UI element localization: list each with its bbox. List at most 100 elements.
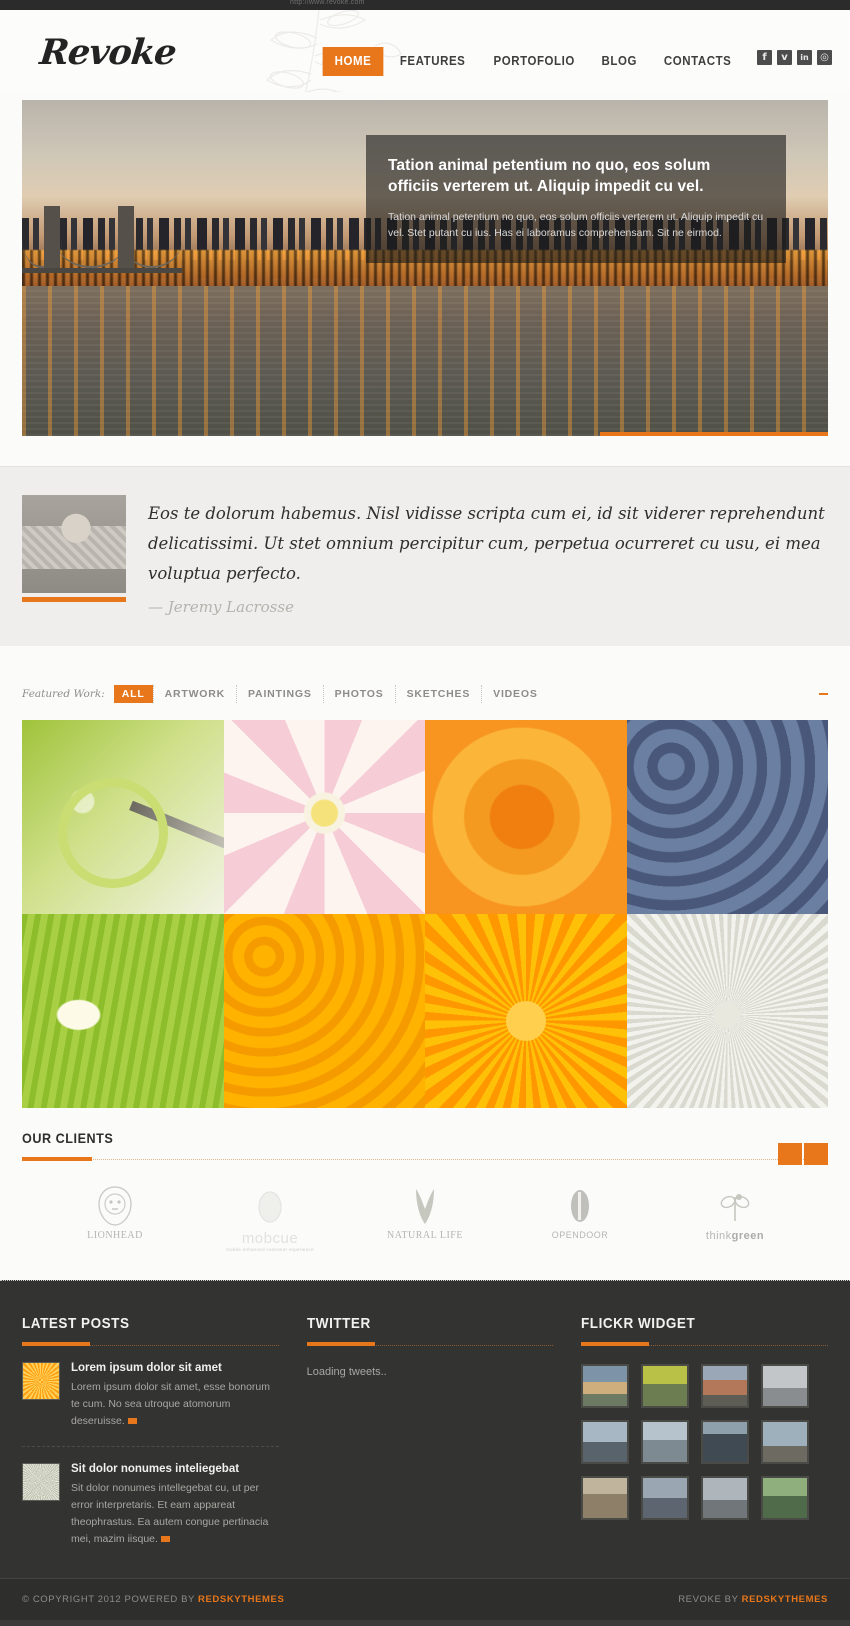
leaf-icon [360, 1186, 490, 1226]
slide-water [22, 286, 828, 436]
hero-slider[interactable]: Tation animal petentium no quo, eos solu… [22, 100, 828, 436]
post-excerpt: Lorem ipsum dolor sit amet, esse bonorum… [71, 1381, 271, 1427]
slider-caption: Tation animal petentium no quo, eos solu… [366, 135, 786, 263]
nav-item-blog[interactable]: BLOG [592, 48, 648, 75]
flickr-thumb[interactable] [641, 1364, 690, 1408]
nav-item-portofolio[interactable]: PORTOFOLIO [483, 48, 585, 75]
client-logo[interactable]: thinkgreen [670, 1186, 800, 1252]
client-logo[interactable]: mobcue mobile enhanced customer experien… [205, 1186, 335, 1252]
post-more-icon[interactable] [127, 1418, 137, 1424]
post-title[interactable]: Lorem ipsum dolor sit amet [71, 1362, 279, 1374]
clients-header: OUR CLIENTS [22, 1130, 828, 1165]
widget-flickr: FLICKR WIDGET [581, 1315, 828, 1548]
portfolio-item[interactable] [425, 914, 627, 1108]
twitter-title: TWITTER [306, 1315, 371, 1332]
portfolio-filter-list: ALL ARTWORK PAINTINGS PHOTOS SKETCHES VI… [113, 685, 549, 703]
flickr-title: FLICKR WIDGET [581, 1315, 696, 1332]
client-name: LIONHEAD [87, 1230, 143, 1241]
flickr-thumb[interactable] [581, 1364, 630, 1408]
filter-paintings[interactable]: PAINTINGS [236, 685, 323, 703]
filter-photos[interactable]: PHOTOS [322, 685, 395, 703]
testimonial-section: Eos te dolorum habemus. Nisl vidisse scr… [0, 466, 850, 646]
flickr-thumb[interactable] [581, 1420, 630, 1464]
flickr-thumb-grid [581, 1346, 828, 1520]
clients-divider [22, 1157, 828, 1161]
flickr-thumb[interactable] [701, 1476, 750, 1520]
portfolio-item[interactable] [223, 914, 425, 1108]
footer-widgets: LATEST POSTS Lorem ipsum dolor sit amet … [0, 1280, 850, 1578]
sprout-icon [670, 1186, 800, 1226]
slider-caption-text: Tation animal petentium no quo, eos solu… [388, 211, 764, 239]
twitter-status: Loading tweets.. [306, 1366, 387, 1378]
featured-work-label: Featured Work: [22, 688, 105, 700]
flickr-thumb[interactable] [581, 1476, 630, 1520]
widget-divider [581, 1340, 828, 1346]
filter-videos[interactable]: VIDEOS [481, 685, 548, 703]
main-navigation: HOME FEATURES PORTOFOLIO BLOG CONTACTS [320, 47, 745, 76]
dribbble-icon[interactable]: ◎ [817, 50, 832, 65]
egg-icon [205, 1186, 335, 1226]
portfolio-filter-bar: Featured Work: ALL ARTWORK PAINTINGS PHO… [22, 684, 828, 704]
linkedin-icon[interactable]: in [797, 50, 812, 65]
copyright-brand-link-2[interactable]: REDSKYTHEMES [742, 1594, 828, 1605]
post-more-icon[interactable] [160, 1536, 170, 1542]
avatar [22, 495, 126, 593]
portfolio-item[interactable] [425, 720, 627, 914]
flickr-thumb[interactable] [641, 1420, 690, 1464]
client-tagline: mobile enhanced customer experience [226, 1247, 314, 1252]
widget-twitter: TWITTER Loading tweets.. [306, 1315, 554, 1548]
flickr-thumb[interactable] [761, 1364, 810, 1408]
widget-divider [306, 1340, 554, 1346]
client-name: NATURAL LIFE [387, 1230, 463, 1241]
widget-latest-posts: LATEST POSTS Lorem ipsum dolor sit amet … [22, 1315, 279, 1548]
flickr-thumb[interactable] [641, 1476, 690, 1520]
portfolio-item[interactable] [626, 720, 828, 914]
post-item[interactable]: Lorem ipsum dolor sit amet Lorem ipsum d… [22, 1346, 279, 1430]
copyright-brand-link[interactable]: REDSKYTHEMES [198, 1594, 284, 1605]
testimonial-author: — Jeremy Lacrosse [148, 598, 294, 616]
portfolio-item[interactable] [626, 914, 828, 1108]
clients-logo-row: LIONHEAD mobcue mobile enhanced customer… [22, 1162, 828, 1252]
browser-url: http://www.revoke.com [290, 0, 365, 6]
post-thumbnail [22, 1463, 60, 1501]
slider-progress-bar[interactable] [600, 432, 828, 436]
portfolio-item[interactable] [22, 914, 224, 1108]
flickr-thumb[interactable] [701, 1420, 750, 1464]
post-item[interactable]: Sit dolor nonumes inteliegebat Sit dolor… [22, 1447, 279, 1548]
flickr-thumb[interactable] [761, 1476, 810, 1520]
avatar-accent-bar [22, 597, 126, 602]
flickr-thumb[interactable] [761, 1420, 810, 1464]
browser-top-strip: http://www.revoke.com [0, 0, 850, 10]
lion-head-icon [50, 1186, 180, 1226]
site-logo[interactable]: Revoke [38, 32, 178, 73]
facebook-icon[interactable]: f [757, 50, 772, 65]
widget-divider [22, 1340, 279, 1346]
filter-toggle-dash-icon[interactable] [819, 693, 828, 695]
filter-all[interactable]: ALL [113, 685, 153, 703]
slider-caption-title: Tation animal petentium no quo, eos solu… [388, 157, 711, 195]
copyright-right: REVOKE BY REDSKYTHEMES [678, 1594, 828, 1605]
portfolio-item[interactable] [22, 720, 224, 914]
social-links: f ᴠ in ◎ [757, 50, 832, 65]
post-thumbnail [22, 1362, 60, 1400]
client-name: thinkgreen [705, 1230, 765, 1242]
copyright-left: © COPYRIGHT 2012 POWERED BY REDSKYTHEMES [22, 1594, 285, 1605]
nav-item-home[interactable]: HOME [322, 47, 383, 76]
clients-next-button[interactable] [804, 1143, 828, 1165]
post-title[interactable]: Sit dolor nonumes inteliegebat [71, 1463, 279, 1475]
twitter-icon[interactable]: ᴠ [777, 50, 792, 65]
clients-title: OUR CLIENTS [22, 1130, 114, 1146]
filter-sketches[interactable]: SKETCHES [394, 685, 482, 703]
nav-item-contacts[interactable]: CONTACTS [654, 48, 742, 75]
client-name-bold: green [731, 1230, 765, 1242]
client-logo[interactable]: LIONHEAD [50, 1186, 180, 1252]
portfolio-item[interactable] [223, 720, 425, 914]
clients-prev-button[interactable] [778, 1143, 802, 1165]
filter-artwork[interactable]: ARTWORK [152, 685, 236, 703]
client-logo[interactable]: OPENDOOR [515, 1186, 645, 1252]
portfolio-section: Featured Work: ALL ARTWORK PAINTINGS PHO… [0, 646, 850, 1108]
nav-item-features[interactable]: FEATURES [389, 48, 475, 75]
client-logo[interactable]: NATURAL LIFE [360, 1186, 490, 1252]
client-name: mobcue [241, 1230, 299, 1247]
flickr-thumb[interactable] [701, 1364, 750, 1408]
